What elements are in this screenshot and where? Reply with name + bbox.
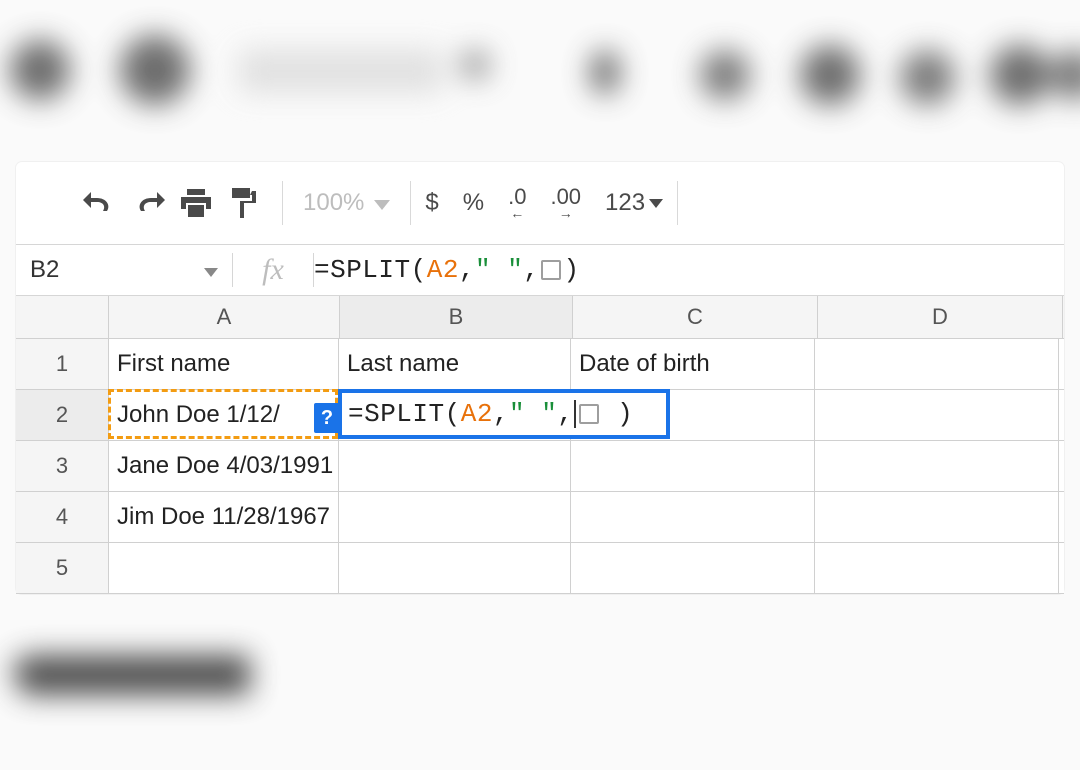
cell-editor-content: =SPLIT(A2," ", ) xyxy=(342,399,633,429)
text-cursor xyxy=(574,400,576,428)
table-row: 5 xyxy=(16,543,1064,594)
cell-b4[interactable] xyxy=(339,492,571,542)
fx-label: fx xyxy=(233,253,313,287)
toolbar: 100% $ % .0 ← .00 → 123 xyxy=(16,162,1064,244)
cell-c5[interactable] xyxy=(571,543,815,593)
cell-d3[interactable] xyxy=(815,441,1059,491)
row-header-4[interactable]: 4 xyxy=(16,492,109,542)
checkbox-icon xyxy=(579,404,599,424)
cell-d4[interactable] xyxy=(815,492,1059,542)
zoom-dropdown[interactable]: 100% xyxy=(297,189,396,217)
formula-bar-row: B2 fx =SPLIT(A2," ", ) xyxy=(16,244,1064,296)
cell-d1[interactable] xyxy=(815,339,1059,389)
cell-c4[interactable] xyxy=(571,492,815,542)
table-row: 1 First name Last name Date of birth xyxy=(16,339,1064,390)
cell-a2[interactable]: John Doe 1/12/ xyxy=(109,390,339,440)
arrow-right-icon: → xyxy=(559,206,573,220)
undo-icon[interactable] xyxy=(76,191,124,215)
cell-b3[interactable] xyxy=(339,441,571,491)
spreadsheet-card: 100% $ % .0 ← .00 → 123 B2 xyxy=(16,162,1064,594)
row-header-1[interactable]: 1 xyxy=(16,339,109,389)
caret-down-icon xyxy=(204,256,218,284)
cell-a1[interactable]: First name xyxy=(109,339,339,389)
cell-a5[interactable] xyxy=(109,543,339,593)
cell-c3[interactable] xyxy=(571,441,815,491)
column-header-d[interactable]: D xyxy=(818,296,1063,338)
toolbar-divider xyxy=(282,181,283,225)
caret-down-icon xyxy=(374,189,390,217)
table-row: 3 Jane Doe 4/03/1991 xyxy=(16,441,1064,492)
cell-a4[interactable]: Jim Doe 11/28/1967 xyxy=(109,492,339,542)
row-header-5[interactable]: 5 xyxy=(16,543,109,593)
spreadsheet-grid[interactable]: A B C D 1 First name Last name Date of b… xyxy=(16,296,1064,594)
cell-d5[interactable] xyxy=(815,543,1059,593)
number-format-group: $ % .0 ← .00 → 123 xyxy=(425,186,663,220)
column-header-a[interactable]: A xyxy=(109,296,340,338)
increase-decimals-button[interactable]: .00 → xyxy=(550,186,581,220)
checkbox-icon xyxy=(541,260,561,280)
toolbar-divider xyxy=(677,181,678,225)
column-header-c[interactable]: C xyxy=(573,296,818,338)
cell-a3[interactable]: Jane Doe 4/03/1991 xyxy=(109,441,339,491)
grid-body: 1 First name Last name Date of birth 2 J… xyxy=(16,339,1064,594)
redo-icon[interactable] xyxy=(124,191,172,215)
table-row: 4 Jim Doe 11/28/1967 xyxy=(16,492,1064,543)
row-header-2[interactable]: 2 xyxy=(16,390,109,440)
column-header-row: A B C D xyxy=(16,296,1064,339)
cell-b5[interactable] xyxy=(339,543,571,593)
cell-c1[interactable]: Date of birth xyxy=(571,339,815,389)
cell-editor[interactable]: ? =SPLIT(A2," ", ) xyxy=(338,389,670,439)
row-header-3[interactable]: 3 xyxy=(16,441,109,491)
blurred-header-region xyxy=(0,0,1080,155)
more-formats-button[interactable]: 123 xyxy=(605,189,663,217)
name-box[interactable]: B2 xyxy=(16,245,232,295)
print-icon[interactable] xyxy=(172,189,220,217)
percent-format-button[interactable]: % xyxy=(463,189,484,217)
select-all-corner[interactable] xyxy=(16,296,109,338)
cell-b1[interactable]: Last name xyxy=(339,339,571,389)
blurred-footer-region xyxy=(0,610,1080,770)
active-cell-ref: B2 xyxy=(30,256,59,284)
formula-bar-input[interactable]: =SPLIT(A2," ", ) xyxy=(314,255,1064,285)
caret-down-icon xyxy=(649,199,663,208)
formula-help-badge[interactable]: ? xyxy=(314,403,340,433)
paint-format-icon[interactable] xyxy=(220,188,268,218)
arrow-left-icon: ← xyxy=(510,206,524,220)
cell-d2[interactable] xyxy=(815,390,1059,440)
zoom-label: 100% xyxy=(303,189,364,217)
column-header-b[interactable]: B xyxy=(340,296,573,338)
currency-format-button[interactable]: $ xyxy=(425,189,438,217)
decrease-decimals-button[interactable]: .0 ← xyxy=(508,186,526,220)
toolbar-divider xyxy=(410,181,411,225)
